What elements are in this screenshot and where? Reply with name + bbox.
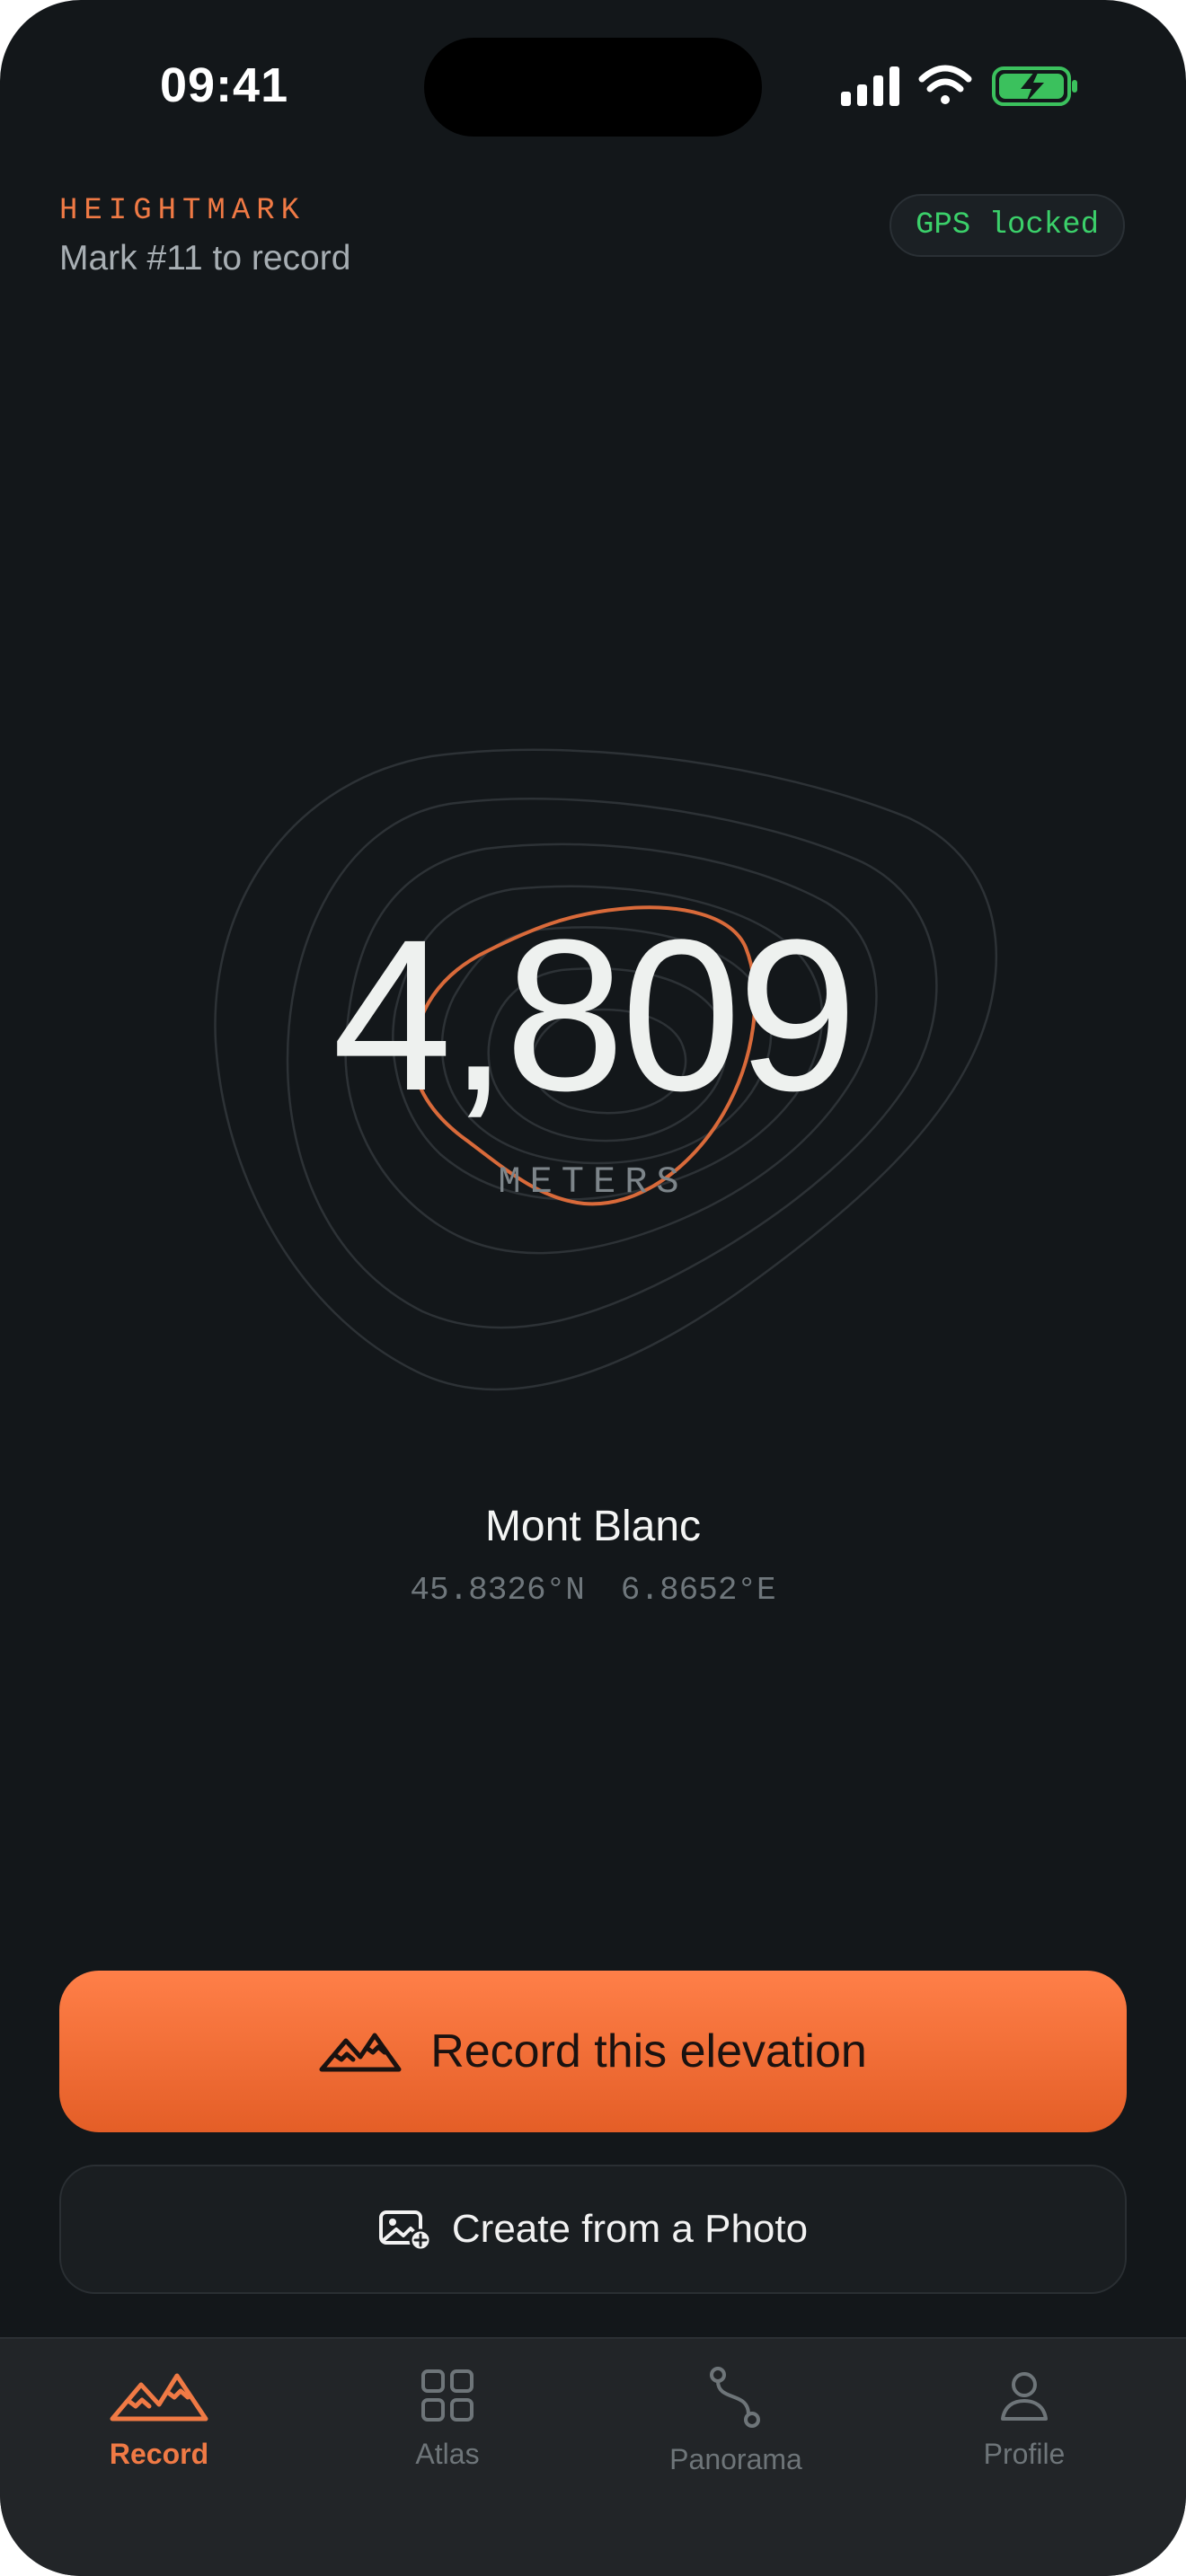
tab-label: Panorama <box>669 2443 802 2475</box>
tab-panorama[interactable]: Panorama <box>588 2339 884 2519</box>
elevation-value: 4,809 <box>332 895 858 1135</box>
mountains-icon <box>110 2373 208 2422</box>
tab-label: Atlas <box>415 2438 480 2470</box>
record-elevation-label: Record this elevation <box>430 2025 867 2078</box>
tab-bar: Record Atlas Panorama Profile <box>0 2337 1186 2576</box>
tab-record[interactable]: Record <box>11 2339 307 2519</box>
wifi-icon <box>918 65 972 104</box>
elevation-unit: METERS <box>498 1160 688 1204</box>
person-icon <box>1001 2372 1048 2421</box>
status-icons <box>841 65 1077 106</box>
status-time: 09:41 <box>160 58 289 112</box>
create-from-photo-button[interactable]: Create from a Photo <box>59 2165 1127 2294</box>
tab-profile[interactable]: Profile <box>876 2339 1173 2519</box>
tab-label: Profile <box>983 2438 1066 2470</box>
battery-charging-icon <box>992 66 1077 106</box>
coordinates: 45.8326°N 6.8652°E <box>0 1572 1186 1609</box>
grid-icon <box>421 2369 474 2422</box>
app-screen: 09:41 HEIGHTMARK Mark #11 to record GPS … <box>0 0 1186 2576</box>
cellular-signal-icon <box>841 66 899 106</box>
gps-status-badge: GPS locked <box>890 194 1125 257</box>
latitude: 45.8326°N <box>410 1572 585 1609</box>
longitude: 6.8652°E <box>620 1572 776 1609</box>
mountains-icon <box>319 2033 402 2072</box>
place-name: Mont Blanc <box>484 1503 702 1550</box>
route-icon <box>710 2367 760 2428</box>
tab-label: Record <box>109 2438 209 2470</box>
add-photo-icon <box>378 2210 432 2251</box>
create-from-photo-label: Create from a Photo <box>451 2207 809 2251</box>
app-brand: HEIGHTMARK <box>59 194 306 228</box>
tab-atlas[interactable]: Atlas <box>299 2339 596 2519</box>
mark-subtitle: Mark #11 to record <box>59 239 351 278</box>
record-elevation-button[interactable]: Record this elevation <box>59 1971 1127 2132</box>
dynamic-island <box>424 38 762 137</box>
